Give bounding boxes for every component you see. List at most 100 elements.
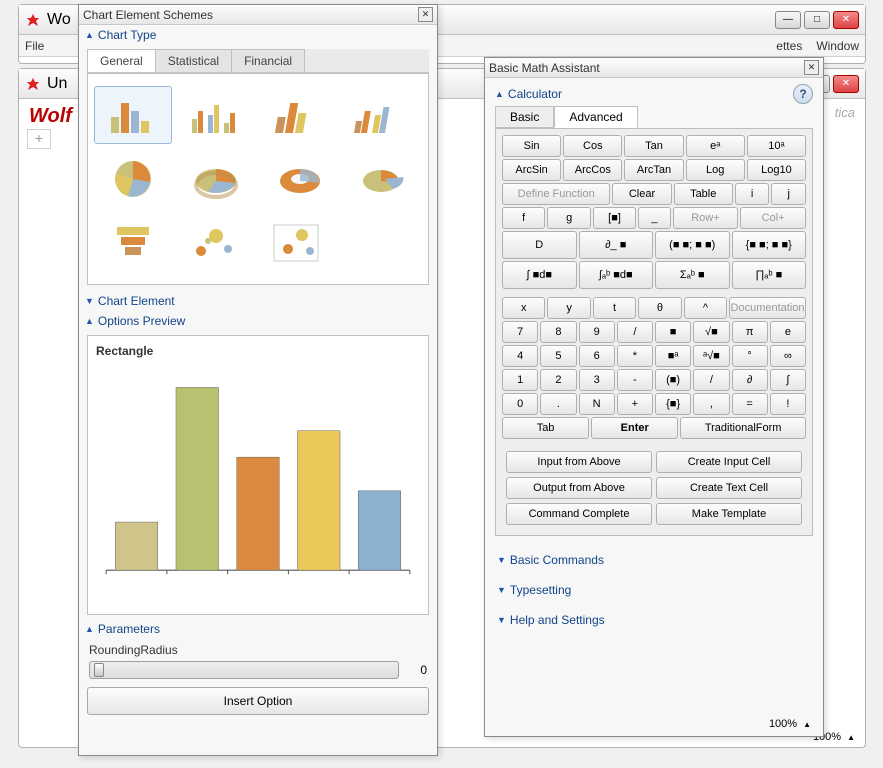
close-button[interactable]: ✕	[833, 75, 859, 93]
thumb-bar-chart-icon[interactable]	[94, 86, 172, 144]
key-pi[interactable]: π	[732, 321, 768, 343]
key-placeholder[interactable]: ■	[655, 321, 691, 343]
key-comma[interactable]: ,	[693, 393, 729, 415]
thumb-3d-pie-icon[interactable]	[178, 150, 256, 208]
key-0[interactable]: 0	[502, 393, 538, 415]
key-5[interactable]: 5	[540, 345, 576, 367]
key-4[interactable]: 4	[502, 345, 538, 367]
key-documentation[interactable]: Documentation	[729, 297, 806, 319]
key-y[interactable]: y	[547, 297, 590, 319]
key-traditional-form[interactable]: TraditionalForm	[680, 417, 806, 439]
key-3[interactable]: 3	[579, 369, 615, 391]
section-chart-element[interactable]: ▼Chart Element	[79, 291, 437, 311]
create-text-cell-button[interactable]: Create Text Cell	[656, 477, 802, 499]
key-dot[interactable]: .	[540, 393, 576, 415]
thumb-3d-bubble-icon[interactable]	[261, 214, 339, 272]
tab-basic[interactable]: Basic	[495, 106, 554, 128]
key-partial[interactable]: ∂_ ■	[579, 231, 654, 259]
key-sin[interactable]: Sin	[502, 135, 561, 157]
key-f[interactable]: f	[502, 207, 545, 229]
thumb-3d-bar-icon[interactable]	[261, 86, 339, 144]
key-i[interactable]: i	[735, 183, 770, 205]
slider-knob[interactable]	[94, 663, 104, 677]
zoom-up-icon[interactable]: ▲	[847, 733, 855, 742]
close-button[interactable]: ✕	[833, 11, 859, 29]
key-tan[interactable]: Tan	[624, 135, 683, 157]
thumb-3d-pie-sliced-icon[interactable]	[345, 150, 423, 208]
key-integral[interactable]: ∫ ■d■	[502, 261, 577, 289]
key-infinity[interactable]: ∞	[770, 345, 806, 367]
key-braces[interactable]: {■}	[655, 393, 691, 415]
key-clear[interactable]: Clear	[612, 183, 671, 205]
key-fraction[interactable]: /	[693, 369, 729, 391]
key-define-function[interactable]: Define Function	[502, 183, 610, 205]
section-basic-commands[interactable]: ▼Basic Commands	[491, 550, 817, 570]
ces-titlebar[interactable]: Chart Element Schemes ✕	[79, 5, 437, 25]
key-matrix[interactable]: (■ ■; ■ ■)	[655, 231, 730, 259]
tab-general[interactable]: General	[87, 49, 156, 72]
menu-palettes-fragment[interactable]: ettes	[776, 39, 802, 53]
key-superscript[interactable]: ■ᵃ	[655, 345, 691, 367]
thumb-bubble-chart-icon[interactable]	[178, 214, 256, 272]
key-arctan[interactable]: ArcTan	[624, 159, 683, 181]
input-from-above-button[interactable]: Input from Above	[506, 451, 652, 473]
thumb-pie-chart-icon[interactable]	[94, 150, 172, 208]
key-e[interactable]: e	[770, 321, 806, 343]
key-arcsin[interactable]: ArcSin	[502, 159, 561, 181]
key-table[interactable]: Table	[674, 183, 733, 205]
key-equals[interactable]: =	[732, 393, 768, 415]
minimize-button[interactable]: —	[775, 11, 801, 29]
key-t[interactable]: t	[593, 297, 636, 319]
key-bang[interactable]: !	[770, 393, 806, 415]
key-col-plus[interactable]: Col+	[740, 207, 806, 229]
key-parens[interactable]: (■)	[655, 369, 691, 391]
key-minus[interactable]: -	[617, 369, 653, 391]
key-8[interactable]: 8	[540, 321, 576, 343]
insert-option-button[interactable]: Insert Option	[87, 687, 429, 715]
section-options-preview[interactable]: ▲Options Preview	[79, 311, 437, 331]
key-sqrt[interactable]: √■	[693, 321, 729, 343]
help-button[interactable]: ?	[793, 84, 813, 104]
key-brackets[interactable]: [■]	[593, 207, 636, 229]
menu-window-fragment[interactable]: Window	[816, 39, 859, 53]
zoom-up-icon[interactable]: ▲	[803, 720, 811, 729]
thumb-donut-chart-icon[interactable]	[261, 150, 339, 208]
key-6[interactable]: 6	[579, 345, 615, 367]
command-complete-button[interactable]: Command Complete	[506, 503, 652, 525]
key-9[interactable]: 9	[579, 321, 615, 343]
key-theta[interactable]: θ	[638, 297, 681, 319]
section-parameters[interactable]: ▲Parameters	[79, 619, 437, 639]
thumb-grouped-bar-icon[interactable]	[178, 86, 256, 144]
key-pow10[interactable]: 10ᵃ	[747, 135, 806, 157]
output-from-above-button[interactable]: Output from Above	[506, 477, 652, 499]
key-d[interactable]: D	[502, 231, 577, 259]
key-cos[interactable]: Cos	[563, 135, 622, 157]
key-n[interactable]: N	[579, 393, 615, 415]
create-input-cell-button[interactable]: Create Input Cell	[656, 451, 802, 473]
thumb-funnel-chart-icon[interactable]	[94, 214, 172, 272]
key-power[interactable]: ^	[684, 297, 727, 319]
key-set[interactable]: {■ ■; ■ ■}	[732, 231, 807, 259]
key-integral-symbol[interactable]: ∫	[770, 369, 806, 391]
make-template-button[interactable]: Make Template	[656, 503, 802, 525]
key-product[interactable]: ∏ₐᵇ ■	[732, 261, 807, 289]
key-arccos[interactable]: ArcCos	[563, 159, 622, 181]
maximize-button[interactable]: □	[804, 11, 830, 29]
key-nth-root[interactable]: ᵃ√■	[693, 345, 729, 367]
key-plus[interactable]: +	[617, 393, 653, 415]
key-exp[interactable]: eᵃ	[686, 135, 745, 157]
key-degree[interactable]: °	[732, 345, 768, 367]
section-help-settings[interactable]: ▼Help and Settings	[491, 610, 817, 630]
close-icon[interactable]: ✕	[804, 60, 819, 75]
key-row-plus[interactable]: Row+	[673, 207, 739, 229]
key-partial-symbol[interactable]: ∂	[732, 369, 768, 391]
thumb-3d-grouped-bar-icon[interactable]	[345, 86, 423, 144]
menu-file[interactable]: File	[25, 39, 44, 53]
close-icon[interactable]: ✕	[418, 7, 433, 22]
key-log10[interactable]: Log10	[747, 159, 806, 181]
key-log[interactable]: Log	[686, 159, 745, 181]
key-sum[interactable]: Σₐᵇ ■	[655, 261, 730, 289]
new-cell-button[interactable]: +	[27, 129, 51, 149]
key-divide[interactable]: /	[617, 321, 653, 343]
tab-advanced[interactable]: Advanced	[554, 106, 637, 128]
